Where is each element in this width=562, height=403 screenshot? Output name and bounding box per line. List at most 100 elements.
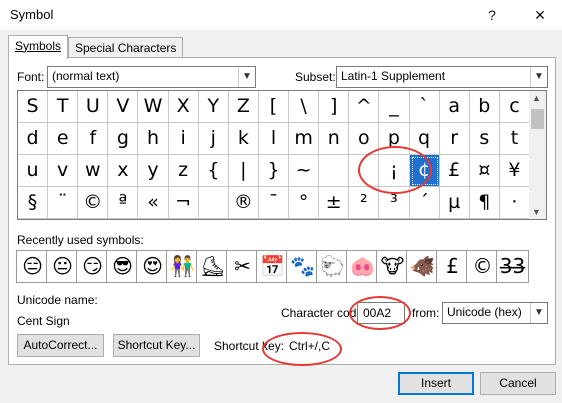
symbol-cell[interactable]: ] — [319, 91, 350, 123]
symbol-cell[interactable]: h — [138, 123, 169, 155]
recent-symbol-cell[interactable]: 😍 — [136, 250, 169, 283]
symbol-cell[interactable]: « — [138, 187, 169, 219]
symbol-cell[interactable]: · — [499, 187, 530, 219]
symbol-cell[interactable]: e — [48, 123, 79, 155]
scroll-up-icon[interactable]: ▲ — [532, 93, 541, 103]
symbol-cell[interactable]: l — [258, 123, 290, 155]
recent-symbol-cell[interactable]: ✂ — [226, 250, 259, 283]
symbol-cell[interactable]: g — [108, 123, 139, 155]
help-button[interactable]: ? — [472, 0, 512, 30]
cancel-button[interactable]: Cancel — [480, 372, 556, 395]
symbol-cell[interactable]: Z — [228, 91, 259, 123]
symbol-cell[interactable]: u — [18, 155, 49, 187]
recent-symbol-cell[interactable]: 😐 — [46, 250, 79, 283]
symbol-cell[interactable]: w — [78, 155, 109, 187]
symbol-cell[interactable]: X — [168, 91, 199, 123]
symbol-cell[interactable]: b — [469, 91, 500, 123]
symbol-cell[interactable]: t — [499, 123, 530, 155]
tab-symbols[interactable]: Symbols — [8, 35, 69, 59]
symbol-cell[interactable]: V — [108, 91, 139, 123]
recent-symbol-cell[interactable]: 🐾 — [286, 250, 319, 283]
symbol-cell[interactable]: v — [48, 155, 79, 187]
symbol-cell[interactable]: ª — [108, 187, 139, 219]
symbol-cell[interactable] — [319, 155, 350, 187]
symbol-cell[interactable]: ^ — [349, 91, 380, 123]
symbol-cell[interactable]: d — [18, 123, 49, 155]
scroll-thumb[interactable] — [531, 109, 544, 129]
symbol-cell[interactable]: _ — [379, 91, 410, 123]
symbol-cell[interactable]: z — [168, 155, 199, 187]
subset-label: Subset: — [295, 70, 336, 84]
recent-symbol-cell[interactable]: 😑 — [16, 250, 49, 283]
symbol-cell[interactable]: [ — [258, 91, 290, 123]
symbol-cell[interactable]: ` — [409, 91, 440, 123]
symbol-cell[interactable]: ° — [289, 187, 320, 219]
tab-special-characters[interactable]: Special Characters — [68, 37, 184, 58]
from-dropdown[interactable]: Unicode (hex) ▼ — [442, 302, 548, 324]
font-dropdown[interactable]: (normal text) ▼ — [47, 66, 256, 88]
symbol-cell[interactable]: ´ — [409, 187, 440, 219]
symbol-cell[interactable]: x — [108, 155, 139, 187]
symbol-cell[interactable]: j — [198, 123, 229, 155]
scroll-down-icon[interactable]: ▼ — [532, 207, 541, 217]
symbol-cell[interactable]: µ — [439, 187, 470, 219]
symbol-cell[interactable]: c — [499, 91, 530, 123]
recent-symbol-cell[interactable]: ⛸ — [196, 250, 229, 283]
symbol-cell[interactable]: ~ — [289, 155, 320, 187]
recent-symbol-cell[interactable]: 📅 — [256, 250, 289, 283]
symbol-cell[interactable]: ± — [319, 187, 350, 219]
symbol-cell[interactable]: i — [168, 123, 199, 155]
symbol-cell[interactable]: f — [78, 123, 109, 155]
recent-symbol-cell[interactable]: 😎 — [106, 250, 139, 283]
symbol-cell[interactable]: ¬ — [168, 187, 199, 219]
recent-symbol-cell[interactable]: 🐮 — [376, 250, 409, 283]
shortcut-key-button[interactable]: Shortcut Key... — [113, 334, 200, 357]
symbol-cell[interactable]: a — [439, 91, 470, 123]
symbol-cell[interactable]: © — [78, 187, 109, 219]
recent-symbol-cell[interactable]: © — [466, 250, 499, 283]
symbol-cell[interactable]: | — [228, 155, 259, 187]
symbol-cell[interactable]: ® — [228, 187, 259, 219]
symbol-cell[interactable]: § — [18, 187, 49, 219]
annotation-oval-selected-symbol — [358, 146, 432, 194]
symbol-cell[interactable]: k — [228, 123, 259, 155]
recent-symbol-cell[interactable]: £ — [436, 250, 469, 283]
symbol-cell[interactable]: n — [319, 123, 350, 155]
symbol-cell[interactable]: ¥ — [499, 155, 530, 187]
recent-symbol-cell[interactable]: 🐽 — [346, 250, 379, 283]
symbol-cell[interactable]: m — [289, 123, 320, 155]
symbol-cell[interactable]: T — [48, 91, 79, 123]
recent-symbol-cell[interactable]: 🐑 — [316, 250, 349, 283]
symbol-cell[interactable]: } — [258, 155, 290, 187]
close-button[interactable]: ✕ — [520, 0, 560, 30]
symbol-grid: S T U V W X Y Z[\] ^ _ ` a b c d e f g h i j k l m n o p q r s t u v w x y z… — [17, 90, 531, 220]
symbol-cell[interactable]: ¨ — [48, 187, 79, 219]
symbol-cell[interactable]: ­ — [198, 187, 229, 219]
recent-symbol-cell[interactable]: 👫 — [166, 250, 199, 283]
symbol-cell[interactable]: { — [198, 155, 229, 187]
symbol-cell[interactable]: W — [138, 91, 169, 123]
annotation-oval-character-code — [349, 296, 411, 330]
autocorrect-button[interactable]: AutoCorrect... — [17, 334, 104, 357]
subset-dropdown[interactable]: Latin-1 Supplement ▼ — [336, 66, 548, 88]
symbol-cell[interactable]: Y — [198, 91, 229, 123]
symbol-cell[interactable]: \ — [289, 91, 320, 123]
symbol-cell[interactable]: £ — [439, 155, 470, 187]
symbol-cell[interactable]: r — [439, 123, 470, 155]
symbol-cell[interactable]: ¶ — [469, 187, 500, 219]
recent-symbol-cell[interactable]: 😏 — [76, 250, 109, 283]
symbol-cell[interactable]: U — [78, 91, 109, 123]
symbol-cell[interactable]: ² — [349, 187, 380, 219]
symbol-cell[interactable]: S — [18, 91, 49, 123]
symbol-grid-scrollbar[interactable]: ▲ ▼ — [529, 90, 547, 220]
from-value: Unicode (hex) — [447, 305, 522, 319]
recent-symbol-cell[interactable]: 🐗 — [406, 250, 439, 283]
symbol-cell[interactable]: s — [469, 123, 500, 155]
recent-symbol-cell[interactable]: 3̶3̶ — [496, 250, 529, 283]
symbol-cell[interactable]: ¯ — [258, 187, 290, 219]
insert-button[interactable]: Insert — [398, 372, 474, 395]
unicode-name-label: Unicode name: — [17, 293, 98, 307]
symbol-cell[interactable]: y — [138, 155, 169, 187]
symbol-cell[interactable]: ¤ — [469, 155, 500, 187]
chevron-down-icon: ▼ — [238, 67, 255, 87]
